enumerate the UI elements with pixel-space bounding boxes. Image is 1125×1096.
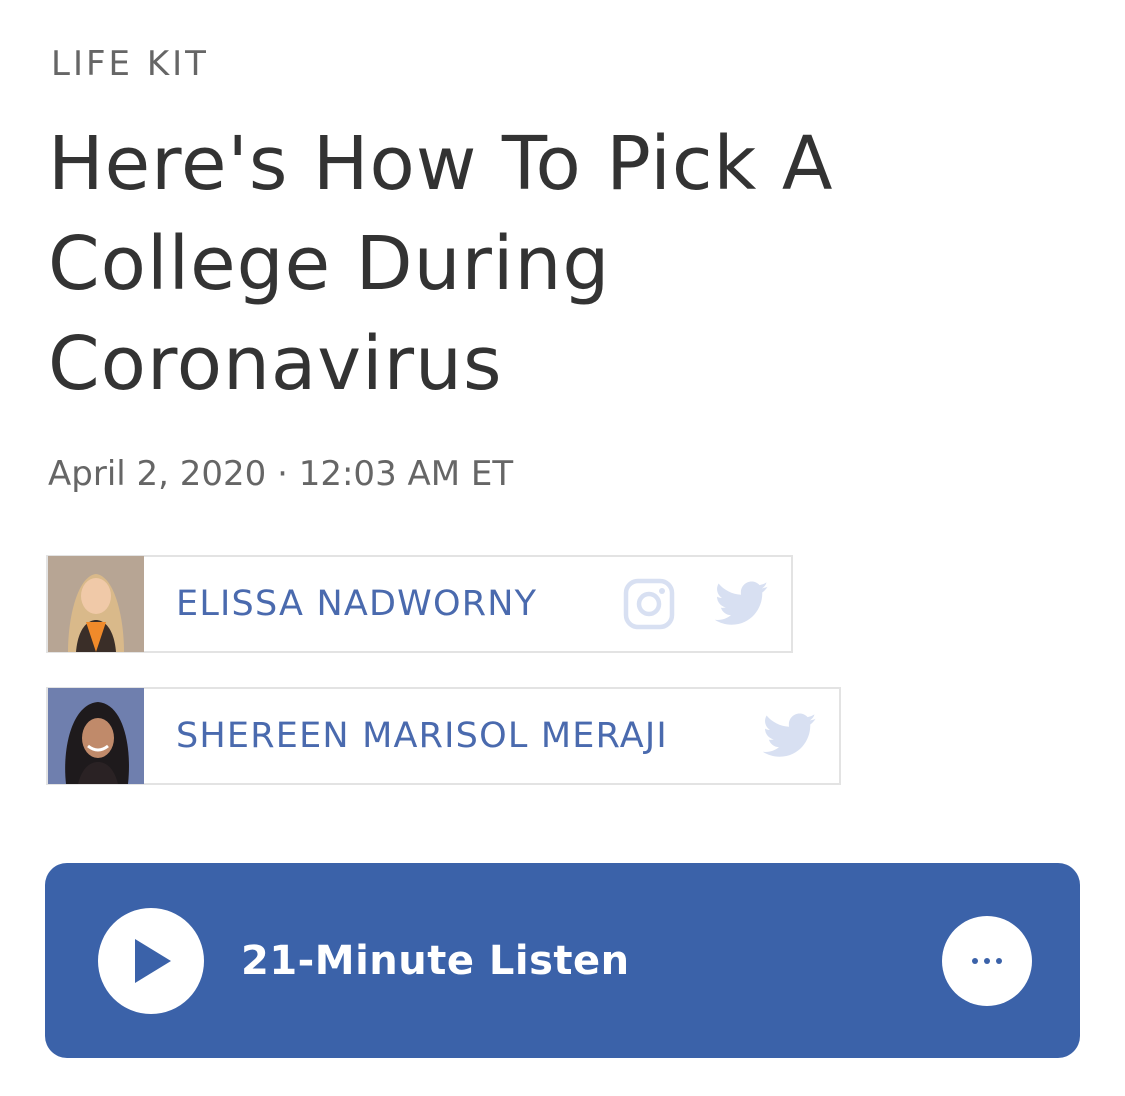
audio-player: 21-Minute Listen [45, 863, 1080, 1058]
author-avatar[interactable] [48, 556, 144, 652]
listen-duration-label[interactable]: 21-Minute Listen [241, 938, 942, 984]
story-title: Here's How To Pick A College During Coro… [48, 121, 834, 407]
social-links [723, 713, 817, 759]
author-name-link[interactable]: ELISSA NADWORNY [176, 584, 583, 624]
story-dateline: April 2, 2020 · 12:03 AM ET [48, 454, 514, 494]
byline-shereen-marisol-meraji: SHEREEN MARISOL MERAJI [46, 687, 841, 785]
more-options-button[interactable] [942, 915, 1032, 1006]
social-links [583, 578, 769, 630]
instagram-icon[interactable] [623, 578, 675, 630]
play-button[interactable] [98, 907, 204, 1014]
section-slug[interactable]: LIFE KIT [51, 44, 209, 84]
twitter-icon[interactable] [762, 713, 817, 759]
play-icon [129, 937, 173, 985]
author-avatar[interactable] [48, 688, 144, 784]
ellipsis-icon [971, 957, 1003, 965]
twitter-icon[interactable] [714, 581, 769, 627]
byline-elissa-nadworny: ELISSA NADWORNY [46, 555, 793, 653]
author-name-link[interactable]: SHEREEN MARISOL MERAJI [176, 716, 723, 756]
